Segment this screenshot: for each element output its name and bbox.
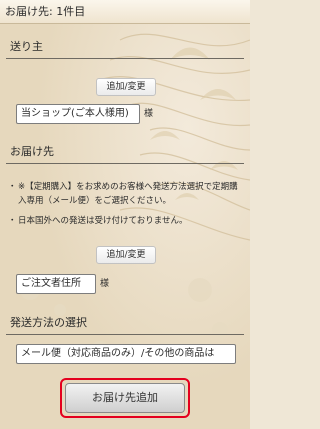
recipient-select[interactable]: ご注文者住所 [16, 274, 96, 294]
recipient-change-button[interactable]: 追加/変更 [96, 246, 156, 264]
bullet-1: ・ [8, 182, 17, 192]
page-header: お届け先: 1件目 [0, 0, 250, 24]
recipient-heading: お届け先 [10, 145, 54, 158]
page-title: お届け先: 1件目 [5, 5, 86, 18]
shipping-heading: 発送方法の選択 [10, 316, 87, 329]
shipping-divider [6, 334, 244, 335]
note-text-2: 日本国外への発送は受け付けておりません。 [18, 216, 188, 226]
sender-heading: 送り主 [10, 40, 43, 53]
recipient-note-1: ・ ※【定期購入】をお求めのお客様へ発送方法選択で定期購入専用（メール便）をご選… [8, 180, 244, 208]
bullet-2: ・ [8, 216, 17, 226]
note-text-1: ※【定期購入】をお求めのお客様へ発送方法選択で定期購入専用（メール便）をご選択く… [18, 182, 238, 206]
recipient-select-value: ご注文者住所 [21, 278, 81, 289]
sender-select[interactable]: 当ショップ(ご本人様用) [16, 104, 140, 124]
sender-suffix: 様 [144, 109, 154, 119]
sender-divider [6, 58, 244, 59]
add-recipient-highlight: お届け先追加 [60, 378, 190, 418]
add-recipient-button[interactable]: お届け先追加 [65, 383, 185, 413]
shipping-method-value: メール便（対応商品のみ）/その他の商品は [21, 348, 215, 359]
sender-select-value: 当ショップ(ご本人様用) [21, 108, 129, 119]
recipient-note-2: ・ 日本国外への発送は受け付けておりません。 [8, 214, 244, 228]
recipient-divider [6, 163, 244, 164]
recipient-suffix: 様 [100, 279, 110, 289]
shipping-method-select[interactable]: メール便（対応商品のみ）/その他の商品は [16, 344, 236, 364]
sender-change-button[interactable]: 追加/変更 [96, 78, 156, 96]
